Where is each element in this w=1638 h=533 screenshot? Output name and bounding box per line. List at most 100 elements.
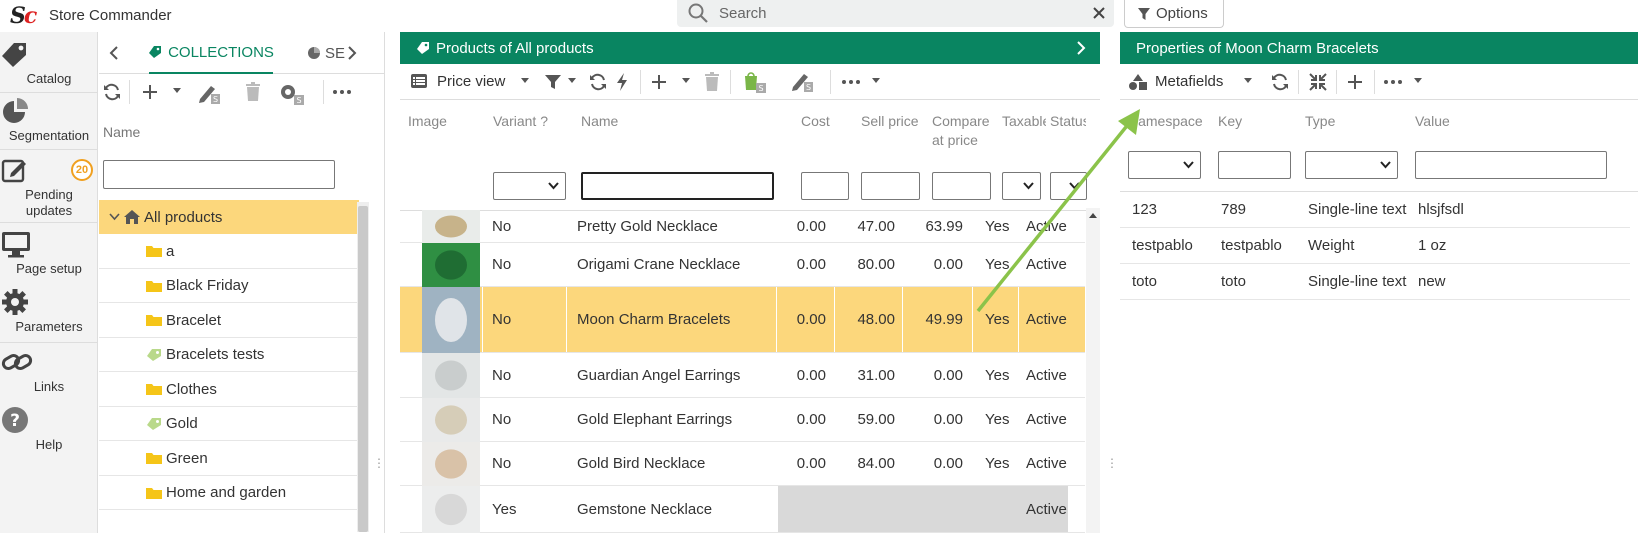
nav-catalog[interactable]: Catalog [0, 40, 98, 86]
col-header-key[interactable]: Key [1218, 112, 1242, 131]
nav-parameters[interactable]: Parameters [0, 288, 98, 334]
col-header-type[interactable]: Type [1305, 112, 1335, 131]
add-dropdown-icon[interactable] [682, 78, 690, 84]
table-row[interactable]: No Moon Charm Bracelets 0.00 48.00 49.99 Yes A… [400, 287, 1085, 353]
tree-item[interactable]: a [99, 235, 359, 269]
options-button[interactable]: Options [1124, 0, 1224, 28]
taxable-filter-select[interactable] [1002, 172, 1041, 200]
col-header-sell-price[interactable]: Sell price [861, 112, 919, 131]
col-header-compare-price[interactable]: Compare at price [932, 112, 990, 150]
app-logo[interactable]: Sc [10, 3, 37, 29]
tree-item[interactable]: Bracelets tests [99, 338, 359, 372]
table-row[interactable]: No Guardian Angel Earrings 0.00 31.00 0.00 Ye… [400, 353, 1085, 398]
refresh-icon[interactable] [1270, 72, 1290, 92]
tree-item[interactable]: Bracelet [99, 304, 359, 338]
pie-chart-icon [0, 97, 98, 125]
panel-splitter[interactable]: ⋮ [1106, 456, 1118, 470]
add-dropdown-icon[interactable] [173, 88, 181, 94]
view-selector-label[interactable]: Price view [437, 73, 505, 90]
toolbar-divider [830, 70, 831, 94]
tree-item[interactable]: Black Friday [99, 269, 359, 303]
tree-item[interactable]: Green [99, 442, 359, 476]
value-filter-input[interactable] [1415, 151, 1607, 179]
compress-icon[interactable] [1308, 72, 1328, 92]
col-header-status[interactable]: Status [1050, 112, 1086, 131]
nav-help[interactable]: ? Help [0, 406, 98, 452]
col-header-value[interactable]: Value [1415, 112, 1450, 131]
nav-page-setup[interactable]: Page setup [0, 230, 98, 276]
collections-name-filter[interactable] [103, 160, 335, 189]
table-row[interactable]: No Gold Elephant Earrings 0.00 59.00 0.00 Yes… [400, 398, 1085, 442]
nav-divider [0, 149, 98, 150]
name-filter-input[interactable] [581, 172, 774, 200]
cell-compare-price: 0.00 [933, 411, 963, 428]
more-dropdown-icon[interactable] [872, 78, 880, 84]
col-header-image[interactable]: Image [408, 112, 447, 131]
table-row[interactable]: toto toto Single-line text new [1120, 264, 1630, 300]
chevron-right-icon[interactable] [1076, 41, 1086, 55]
edit-tag-icon[interactable]: S [197, 82, 223, 106]
properties-view-dropdown-icon[interactable] [1244, 78, 1252, 84]
add-icon[interactable] [141, 82, 159, 102]
col-header-name[interactable]: Name [581, 112, 618, 131]
panel-splitter[interactable]: ⋮ [373, 456, 385, 470]
tab-prev-icon[interactable] [109, 46, 119, 60]
col-header-cost[interactable]: Cost [801, 112, 830, 131]
col-header-namespace[interactable]: Namespace [1128, 112, 1203, 131]
table-row[interactable]: testpablo testpablo Weight 1 oz [1120, 228, 1630, 264]
search-input[interactable] [719, 2, 1059, 24]
tree-item[interactable]: Home and garden [99, 476, 359, 510]
namespace-filter-select[interactable] [1128, 151, 1201, 179]
products-scrollbar[interactable] [1086, 208, 1100, 533]
delete-icon[interactable] [704, 72, 720, 92]
bolt-icon[interactable] [615, 72, 629, 92]
status-filter-select[interactable] [1050, 172, 1087, 200]
view-dropdown-icon[interactable] [521, 78, 529, 84]
collections-scrollbar[interactable] [357, 202, 369, 532]
cost-filter-input[interactable] [801, 172, 849, 200]
cell-value: 1 oz [1418, 237, 1447, 254]
more-icon[interactable] [842, 80, 860, 84]
nav-segmentation[interactable]: Segmentation [0, 97, 98, 143]
variant-filter-select[interactable] [493, 172, 566, 200]
chevron-down-icon[interactable] [109, 213, 120, 221]
properties-view-label[interactable]: Metafields [1155, 73, 1223, 90]
scroll-up-icon[interactable] [1089, 212, 1097, 218]
edit-tag-icon[interactable]: S [790, 70, 816, 94]
cell-taxable: Yes [985, 411, 1010, 428]
compare-price-filter-input[interactable] [932, 172, 991, 200]
table-row[interactable]: Yes Gemstone Necklace Active [400, 486, 1085, 533]
more-dropdown-icon[interactable] [1414, 78, 1422, 84]
clear-search-icon[interactable] [1092, 6, 1106, 20]
more-icon[interactable] [1384, 80, 1402, 84]
sell-price-filter-input[interactable] [861, 172, 920, 200]
table-row[interactable]: No Origami Crane Necklace 0.00 80.00 0.00 Yes… [400, 243, 1085, 287]
tree-item[interactable]: Gold [99, 407, 359, 441]
add-icon[interactable] [1346, 72, 1364, 92]
col-header-taxable[interactable]: Taxable [1002, 112, 1046, 131]
add-icon[interactable] [650, 72, 668, 92]
type-filter-select[interactable] [1305, 151, 1398, 179]
refresh-icon[interactable] [102, 82, 122, 102]
settings-tag-icon[interactable]: S [279, 82, 307, 106]
nav-links[interactable]: Links [0, 348, 98, 394]
col-header-variant[interactable]: Variant ? [493, 112, 548, 131]
cell-cost: 0.00 [796, 366, 826, 384]
delete-icon[interactable] [245, 82, 261, 102]
col-header-compare-line2: at price [932, 132, 978, 148]
tab-next-icon[interactable] [347, 46, 357, 60]
nav-parameters-label: Parameters [15, 319, 83, 334]
more-icon[interactable] [333, 90, 351, 94]
tree-item[interactable]: All products [99, 200, 359, 234]
table-row[interactable]: No Pretty Gold Necklace 0.00 47.00 63.99 Yes A… [400, 210, 1085, 243]
tree-item[interactable]: Clothes [99, 373, 359, 407]
key-filter-input[interactable] [1218, 151, 1291, 179]
collections-scrollbar-thumb[interactable] [358, 206, 368, 532]
refresh-icon[interactable] [588, 72, 608, 92]
filter-dropdown-icon[interactable] [568, 78, 576, 84]
tab-collections[interactable]: COLLECTIONS [149, 32, 274, 74]
shopify-export-icon[interactable]: S [742, 70, 768, 94]
table-row[interactable]: 123 789 Single-line text hlsjfsdl [1120, 192, 1630, 228]
filter-icon[interactable] [544, 74, 562, 90]
table-row[interactable]: No Gold Bird Necklace 0.00 84.00 0.00 Yes Acti… [400, 442, 1085, 486]
